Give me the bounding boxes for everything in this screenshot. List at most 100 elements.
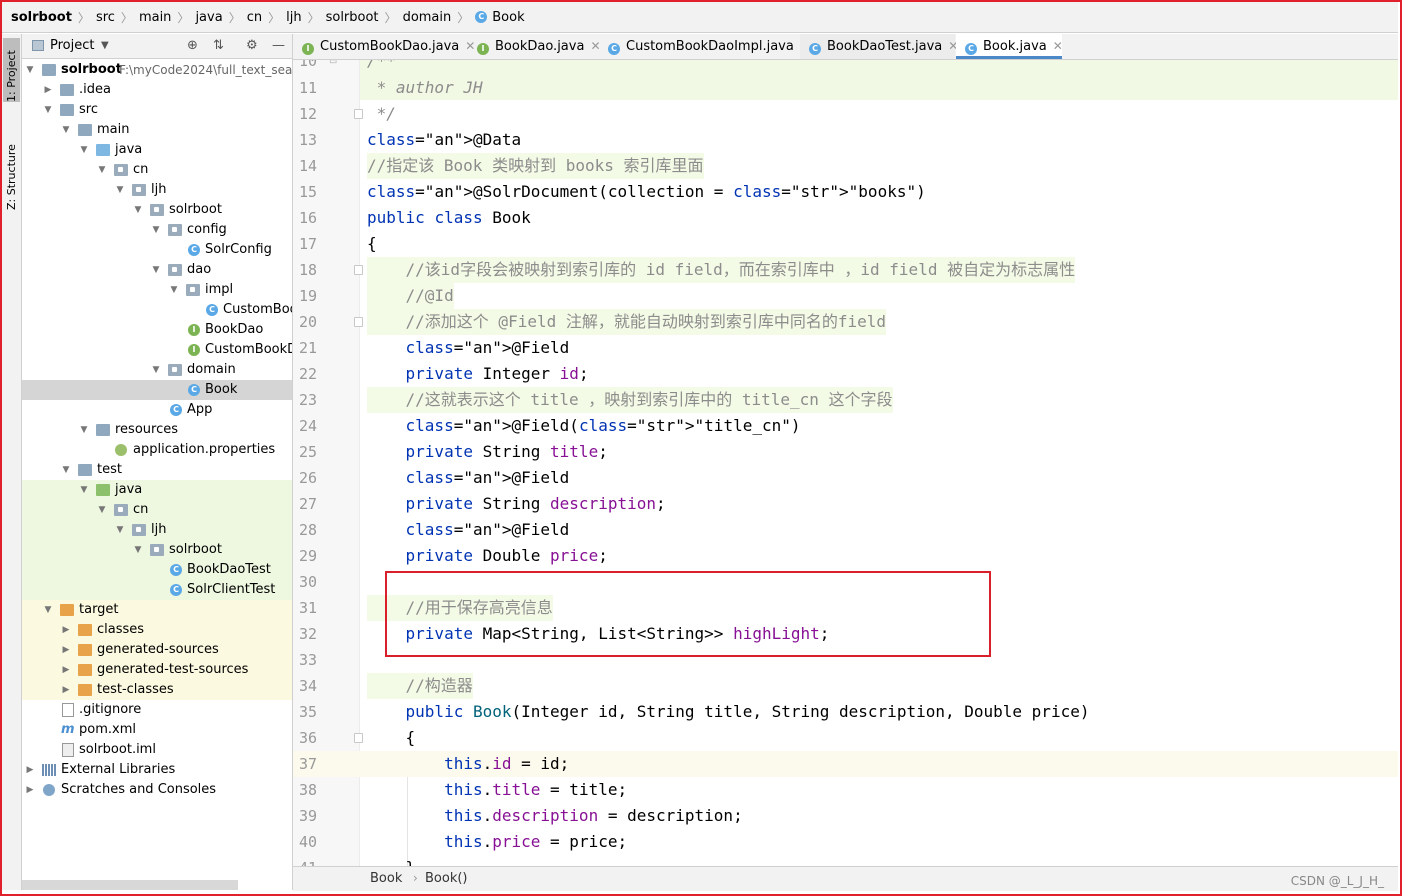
tab-custombookdaoimpl[interactable]: CCustomBookDaoImpl.java✕ (599, 34, 810, 59)
chevron-down-icon[interactable]: ▼ (61, 460, 71, 480)
chevron-right-icon[interactable]: ▶ (61, 680, 71, 700)
fold-icon[interactable] (354, 265, 363, 275)
gear-icon[interactable]: ⚙ (246, 38, 258, 53)
tree-item-label: resources (115, 422, 179, 437)
editor-breadcrumb-method[interactable]: Book() (425, 871, 468, 886)
chevron-down-icon[interactable]: ▼ (115, 520, 125, 540)
chevron-down-icon[interactable]: ▼ (61, 120, 71, 140)
chevron-right-icon[interactable]: ▶ (43, 80, 53, 100)
chevron-down-icon[interactable]: ▼ (169, 280, 179, 300)
chevron-down-icon[interactable]: ▼ (43, 600, 53, 620)
resources-folder-icon (96, 424, 110, 436)
horizontal-scrollbar[interactable] (22, 880, 238, 890)
locate-icon[interactable]: ⊕ (187, 38, 198, 53)
tree-item-application-properties[interactable]: application.properties (22, 440, 292, 460)
tree-item-iml[interactable]: solrboot.iml (22, 740, 292, 760)
tree-item-test-cn[interactable]: ▼ cn (22, 500, 292, 520)
chevron-right-icon[interactable]: ▶ (61, 660, 71, 680)
tree-item-target[interactable]: ▼ target (22, 600, 292, 620)
structure-tool-button[interactable]: Z: Structure (3, 130, 20, 210)
tree-item-bookdaotest[interactable]: C BookDaoTest (22, 560, 292, 580)
breadcrumb-item-cn[interactable]: cn (247, 10, 262, 25)
current-code-line: 37 this.id = id; (293, 751, 1398, 777)
tree-item-ljh[interactable]: ▼ ljh (22, 180, 292, 200)
tree-item-idea[interactable]: ▶ .idea (22, 80, 292, 100)
project-panel-header: Project ▼ ⊕ ⇅ ⚙ — (22, 34, 292, 59)
tree-item-label: Scratches and Consoles (61, 782, 217, 797)
breadcrumb-item-domain[interactable]: domain (403, 10, 452, 25)
tree-item-src[interactable]: ▼ src (22, 100, 292, 120)
project-tool-button[interactable]: 1: Project (3, 38, 20, 102)
tree-item-label: External Libraries (61, 762, 176, 777)
tree-item-book[interactable]: C Book (22, 380, 292, 400)
chevron-down-icon[interactable]: ▼ (25, 60, 35, 80)
breadcrumb-item-ljh[interactable]: ljh (286, 10, 301, 25)
chevron-down-icon[interactable]: ▼ (97, 500, 107, 520)
tree-item-solrconfig[interactable]: C SolrConfig (22, 240, 292, 260)
chevron-down-icon[interactable]: ▼ (115, 180, 125, 200)
tree-item-config[interactable]: ▼ config (22, 220, 292, 240)
chevron-down-icon[interactable]: ▼ (101, 40, 109, 51)
project-view-title[interactable]: Project (50, 38, 94, 53)
fold-icon[interactable] (354, 109, 363, 119)
tree-item-domain[interactable]: ▼ domain (22, 360, 292, 380)
fold-icon[interactable] (354, 317, 363, 327)
chevron-down-icon[interactable]: ▼ (43, 100, 53, 120)
chevron-right-icon[interactable]: ▶ (25, 780, 35, 800)
tab-book[interactable]: C Book.java ✕ (956, 34, 1063, 59)
chevron-right-icon[interactable]: ▶ (61, 640, 71, 660)
chevron-down-icon[interactable]: ▼ (151, 360, 161, 380)
breadcrumb-item-current[interactable]: Book (492, 10, 524, 25)
chevron-down-icon[interactable]: ▼ (133, 540, 143, 560)
tree-item-cn[interactable]: ▼ cn (22, 160, 292, 180)
tree-item-gitignore[interactable]: .gitignore (22, 700, 292, 720)
tree-item-scratches[interactable]: ▶ Scratches and Consoles (22, 780, 292, 800)
tree-item-solrclienttest[interactable]: C SolrClientTest (22, 580, 292, 600)
close-icon[interactable]: ✕ (1053, 39, 1063, 53)
tree-item-app[interactable]: C App (22, 400, 292, 420)
tree-item-classes[interactable]: ▶ classes (22, 620, 292, 640)
tree-item-test[interactable]: ▼ test (22, 460, 292, 480)
minimize-icon[interactable]: — (272, 38, 285, 53)
breadcrumb-item-solrboot[interactable]: solrboot (326, 10, 379, 25)
tree-item-test-solrboot[interactable]: ▼ solrboot (22, 540, 292, 560)
collapse-all-icon[interactable]: ⇅ (213, 38, 224, 53)
code-editor[interactable]: 10 ⊟ /** 11 * author JH 12 */ 13 class="… (293, 60, 1398, 866)
tree-item-external-libraries[interactable]: ▶ External Libraries (22, 760, 292, 780)
chevron-down-icon[interactable]: ▼ (97, 160, 107, 180)
tree-item-generated-sources[interactable]: ▶ generated-sources (22, 640, 292, 660)
tree-item-bookdao[interactable]: I BookDao (22, 320, 292, 340)
breadcrumb-item-main[interactable]: main (139, 10, 171, 25)
tab-bookdaotest[interactable]: C BookDaoTest.java ✕ (800, 34, 958, 59)
chevron-down-icon[interactable]: ▼ (151, 220, 161, 240)
chevron-down-icon[interactable]: ▼ (79, 140, 89, 160)
tree-item-java[interactable]: ▼ java (22, 140, 292, 160)
tree-item-test-classes[interactable]: ▶ test-classes (22, 680, 292, 700)
tree-item-impl[interactable]: ▼ impl (22, 280, 292, 300)
tree-item-solrboot[interactable]: ▼ solrboot (22, 200, 292, 220)
tab-custombookdao[interactable]: I CustomBookDao.java ✕ (293, 34, 475, 59)
tree-item-generated-test-sources[interactable]: ▶ generated-test-sources (22, 660, 292, 680)
chevron-down-icon[interactable]: ▼ (79, 420, 89, 440)
tab-bookdao[interactable]: I BookDao.java ✕ (468, 34, 601, 59)
chevron-down-icon[interactable]: ▼ (133, 200, 143, 220)
tree-item-resources[interactable]: ▼ resources (22, 420, 292, 440)
tree-item-test-ljh[interactable]: ▼ ljh (22, 520, 292, 540)
tree-item-custombookdao[interactable]: I CustomBookDao (22, 340, 292, 360)
breadcrumb-item-project[interactable]: solrboot (11, 10, 72, 25)
chevron-down-icon[interactable]: ▼ (151, 260, 161, 280)
fold-icon[interactable] (354, 733, 363, 743)
chevron-right-icon[interactable]: ▶ (61, 620, 71, 640)
tree-item-test-java[interactable]: ▼ java (22, 480, 292, 500)
editor-breadcrumb-class[interactable]: Book (370, 871, 402, 886)
tree-item-project-root[interactable]: ▼ solrboot F:\myCode2024\full_text_searc (22, 60, 292, 80)
tree-item-pom[interactable]: m pom.xml (22, 720, 292, 740)
tree-item-dao[interactable]: ▼ dao (22, 260, 292, 280)
tree-item-custombookdaoimpl[interactable]: C CustomBookDaoImpl (22, 300, 292, 320)
chevron-down-icon[interactable]: ▼ (79, 480, 89, 500)
breadcrumb-item-java[interactable]: java (195, 10, 222, 25)
breadcrumb-item-src[interactable]: src (96, 10, 115, 25)
code-text: /** (367, 60, 396, 70)
tree-item-main[interactable]: ▼ main (22, 120, 292, 140)
chevron-right-icon[interactable]: ▶ (25, 760, 35, 780)
